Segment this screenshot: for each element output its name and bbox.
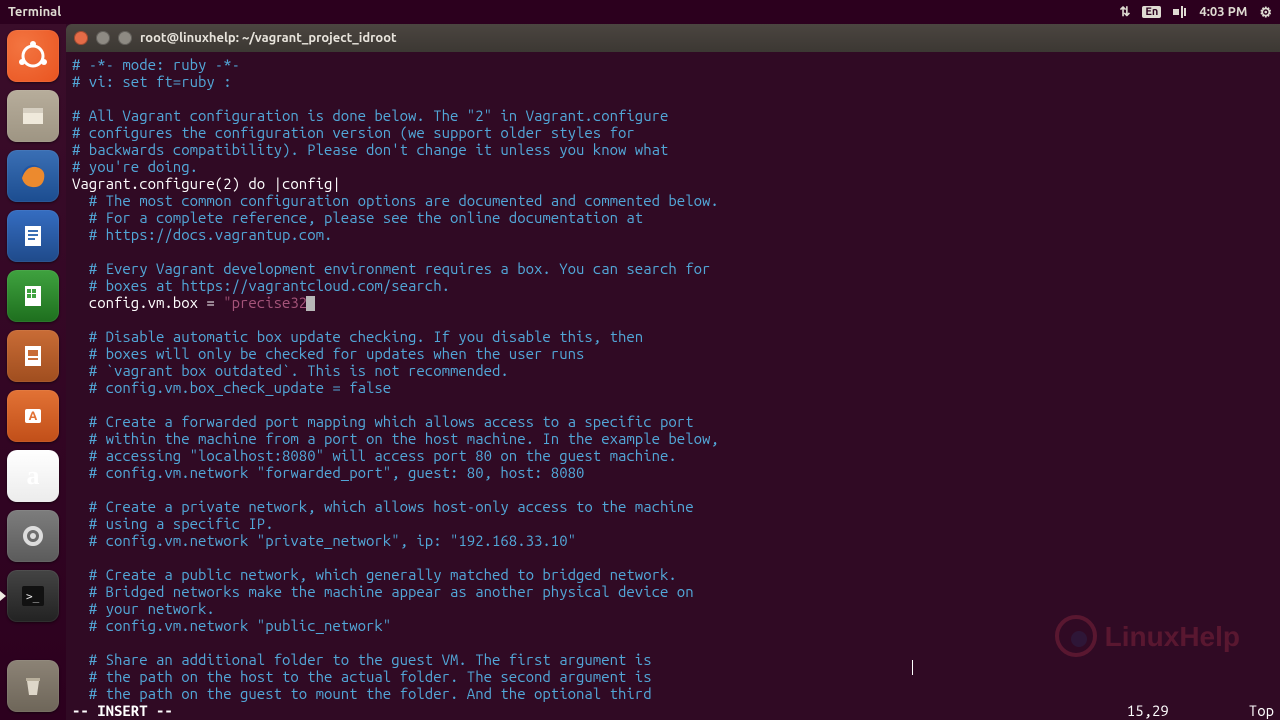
terminal-window: root@linuxhelp: ~/vagrant_project_idroot… <box>66 24 1280 720</box>
code-line: # the path on the guest to mount the fol… <box>72 685 652 702</box>
code-line: # using a specific IP. <box>72 515 274 532</box>
code-line: config.vm.box = "precise32 <box>72 294 315 311</box>
code-line: # Bridged networks make the machine appe… <box>72 583 694 600</box>
watermark-logo: LinuxHelp <box>1055 615 1240 657</box>
vim-mode-indicator: -- INSERT -- <box>72 702 173 720</box>
launcher-terminal-icon[interactable]: >_ <box>7 570 59 622</box>
launcher-software-center-icon[interactable]: A <box>7 390 59 442</box>
code-line: # boxes will only be checked for updates… <box>72 345 584 362</box>
unity-launcher: A a >_ <box>0 24 66 720</box>
volume-icon[interactable] <box>1173 6 1187 18</box>
code-line: # Every Vagrant development environment … <box>72 260 710 277</box>
active-app-title[interactable]: Terminal <box>8 5 61 19</box>
launcher-calc-icon[interactable] <box>7 270 59 322</box>
network-icon[interactable]: ⇅ <box>1119 5 1130 20</box>
window-minimize-button[interactable] <box>96 31 110 45</box>
vim-status-line: -- INSERT -- 15,29 Top <box>66 702 1280 720</box>
window-close-button[interactable] <box>74 31 88 45</box>
code-line: # -*- mode: ruby -*- <box>72 56 240 73</box>
launcher-dash-icon[interactable] <box>7 30 59 82</box>
session-gear-icon[interactable]: ⚙ <box>1259 4 1272 21</box>
clock[interactable]: 4:03 PM <box>1199 5 1247 19</box>
launcher-trash-icon[interactable] <box>7 660 59 712</box>
code-line: # The most common configuration options … <box>72 192 719 209</box>
launcher-impress-icon[interactable] <box>7 330 59 382</box>
code-line: # Share an additional folder to the gues… <box>72 651 652 668</box>
svg-text:A: A <box>29 410 38 423</box>
code-line: # Create a private network, which allows… <box>72 498 694 515</box>
watermark-ring-icon <box>1055 615 1097 657</box>
window-maximize-button[interactable] <box>118 31 132 45</box>
vim-cursor-position: 15,29 <box>1127 702 1169 720</box>
config-vm-box-value: precise32 <box>232 294 308 311</box>
code-line: # vi: set ft=ruby : <box>72 73 232 90</box>
launcher-firefox-icon[interactable] <box>7 150 59 202</box>
window-titlebar[interactable]: root@linuxhelp: ~/vagrant_project_idroot <box>66 24 1280 52</box>
code-line: # you're doing. <box>72 158 198 175</box>
svg-text:>_: >_ <box>26 590 40 603</box>
launcher-amazon-icon[interactable]: a <box>7 450 59 502</box>
code-line: # Disable automatic box update checking.… <box>72 328 643 345</box>
launcher-files-icon[interactable] <box>7 90 59 142</box>
keyboard-language-indicator[interactable]: En <box>1142 6 1161 18</box>
code-line: # All Vagrant configuration is done belo… <box>72 107 668 124</box>
code-line: # configures the configuration version (… <box>72 124 635 141</box>
code-line: # config.vm.network "public_network" <box>72 617 391 634</box>
system-tray: ⇅ En 4:03 PM ⚙ <box>1119 4 1272 21</box>
code-line: # accessing "localhost:8080" will access… <box>72 447 677 464</box>
code-line: # For a complete reference, please see t… <box>72 209 643 226</box>
top-menu-bar: Terminal ⇅ En 4:03 PM ⚙ <box>0 0 1280 24</box>
code-line: # backwards compatibility). Please don't… <box>72 141 668 158</box>
text-caret <box>912 660 913 675</box>
code-line: # Create a public network, which general… <box>72 566 677 583</box>
code-line: # within the machine from a port on the … <box>72 430 719 447</box>
code-line: # Create a forwarded port mapping which … <box>72 413 694 430</box>
watermark-text: LinuxHelp <box>1105 628 1240 645</box>
code-line: # `vagrant box outdated`. This is not re… <box>72 362 509 379</box>
window-title: root@linuxhelp: ~/vagrant_project_idroot <box>140 31 397 45</box>
code-line: # boxes at https://vagrantcloud.com/sear… <box>72 277 450 294</box>
launcher-settings-icon[interactable] <box>7 510 59 562</box>
code-line: # config.vm.network "forwarded_port", gu… <box>72 464 584 481</box>
vim-scroll-position: Top <box>1249 702 1274 720</box>
vim-cursor <box>306 296 315 311</box>
code-line: # https://docs.vagrantup.com. <box>72 226 332 243</box>
code-line: # config.vm.box_check_update = false <box>72 379 391 396</box>
code-line: # your network. <box>72 600 215 617</box>
code-line: # the path on the host to the actual fol… <box>72 668 652 685</box>
launcher-writer-icon[interactable] <box>7 210 59 262</box>
terminal-viewport[interactable]: # -*- mode: ruby -*- # vi: set ft=ruby :… <box>66 52 1280 702</box>
code-line: # config.vm.network "private_network", i… <box>72 532 576 549</box>
code-line: Vagrant.configure(2) do |config| <box>72 175 341 192</box>
